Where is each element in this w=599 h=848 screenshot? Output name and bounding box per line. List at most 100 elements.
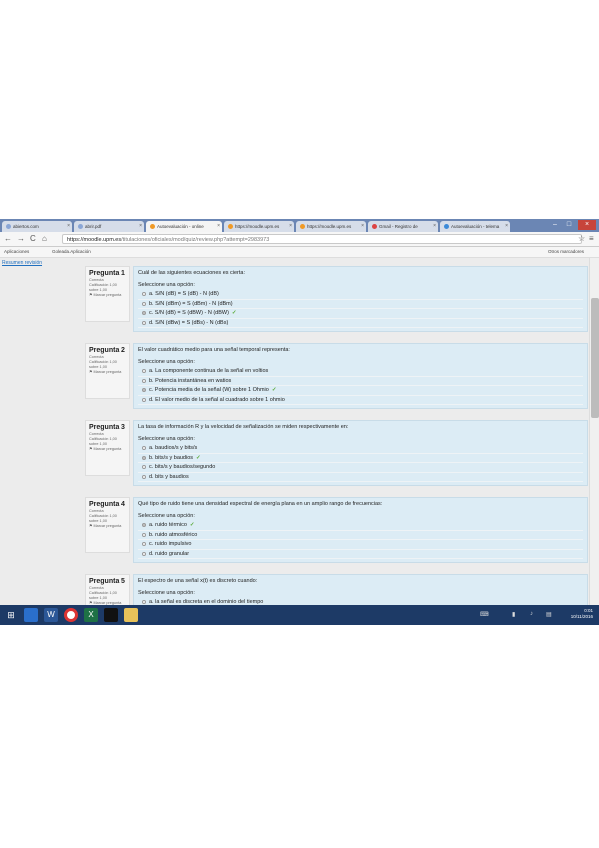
- bookmark-item[interactable]: Goleada.Aplicación: [52, 247, 91, 257]
- radio-button[interactable]: [142, 474, 146, 479]
- answer-option[interactable]: a. baudios/s y bits/s: [138, 444, 583, 454]
- answer-option-selected[interactable]: a. ruido térmico ✓: [138, 521, 583, 531]
- minimize-icon[interactable]: –: [548, 220, 562, 230]
- tab-label: Gmail - Registro de: [379, 224, 418, 229]
- folder-icon[interactable]: [124, 608, 138, 622]
- flag-question-button[interactable]: ⚑ Marcar pregunta: [89, 370, 126, 375]
- radio-button[interactable]: [142, 292, 146, 296]
- question-grade: Calificación 1,00 sobre 1,00: [89, 437, 117, 446]
- page-scrollbar[interactable]: [589, 258, 599, 605]
- radio-button[interactable]: [142, 397, 146, 402]
- windows-start-icon[interactable]: ⊞: [4, 608, 18, 622]
- system-clock[interactable]: 0:01 10/11/2016: [571, 608, 593, 620]
- close-tab-icon[interactable]: ×: [361, 221, 364, 232]
- review-summary-link[interactable]: Resumen revisión: [2, 260, 80, 266]
- radio-button[interactable]: [142, 523, 146, 527]
- close-tab-icon[interactable]: ×: [139, 221, 142, 232]
- answer-option[interactable]: c. bits/s y baudios/segundo: [138, 463, 583, 473]
- forward-arrow-icon[interactable]: →: [17, 234, 25, 244]
- radio-button[interactable]: [142, 465, 146, 469]
- notification-icon[interactable]: ▤: [546, 611, 552, 618]
- browser-tab[interactable]: https://moodle.upm.es ×: [296, 221, 366, 232]
- close-tab-icon[interactable]: ×: [217, 221, 220, 232]
- bookmark-star-icon[interactable]: ☆: [578, 234, 585, 244]
- answer-option-selected[interactable]: c. S/N (dB) = S (dBW) - N (dBW) ✓: [138, 309, 583, 319]
- tab-label: abiertos.com: [13, 224, 39, 229]
- question-text: El valor cuadrático medio para una señal…: [138, 347, 290, 353]
- close-tab-icon[interactable]: ×: [505, 221, 508, 232]
- media-icon[interactable]: [104, 608, 118, 622]
- bookmark-apps[interactable]: Aplicaciones: [4, 247, 29, 257]
- radio-button[interactable]: [142, 551, 146, 556]
- radio-button[interactable]: [142, 369, 146, 373]
- chrome-icon[interactable]: [64, 608, 78, 622]
- close-tab-icon[interactable]: ×: [433, 221, 436, 232]
- network-icon[interactable]: ▮: [512, 611, 515, 618]
- flag-question-button[interactable]: ⚑ Marcar pregunta: [89, 524, 126, 529]
- maximize-icon[interactable]: □: [562, 220, 576, 230]
- browser-menu-icon[interactable]: ≡: [589, 234, 594, 244]
- select-prompt: Seleccione una opción:: [138, 436, 195, 442]
- answer-option-selected[interactable]: c. Potencia media de la señal (W) sobre …: [138, 386, 583, 396]
- close-tab-icon[interactable]: ×: [67, 221, 70, 232]
- file-explorer-icon[interactable]: [24, 608, 38, 622]
- question-info: Pregunta 3 Correcta Calificación 1,00 so…: [85, 420, 130, 476]
- question-body: El espectro de una señal x(t) es discret…: [133, 574, 588, 605]
- radio-button[interactable]: [142, 600, 146, 604]
- answer-option-selected[interactable]: b. bits/s y baudios ✓: [138, 454, 583, 463]
- answer-option[interactable]: d. El valor medio de la señal al cuadrad…: [138, 396, 583, 405]
- url-input[interactable]: https://moodle.upm.es/titulaciones/ofici…: [62, 234, 582, 244]
- answer-option[interactable]: a. La componente continua de la señal en…: [138, 367, 583, 377]
- radio-button[interactable]: [142, 378, 146, 383]
- question-body: Qué tipo de ruido tiene una densidad esp…: [133, 497, 588, 563]
- radio-button[interactable]: [142, 320, 146, 325]
- question-number: Pregunta 5: [89, 578, 125, 585]
- tab-favicon-icon: [444, 224, 449, 229]
- answer-option[interactable]: b. S/N (dBm) = S (dBm) - N (dBm): [138, 300, 583, 309]
- answer-option[interactable]: a. S/N (dB) = S (dB) - N (dB): [138, 290, 583, 300]
- answer-option[interactable]: d. bits y baudios: [138, 473, 583, 482]
- back-arrow-icon[interactable]: ←: [4, 234, 12, 244]
- browser-tab[interactable]: https://moodle.upm.es ×: [224, 221, 294, 232]
- browser-tab-active[interactable]: Autoevaluación - online ×: [146, 221, 222, 232]
- answer-option[interactable]: b. ruido atmosférico: [138, 531, 583, 540]
- volume-icon[interactable]: ♪: [530, 611, 533, 617]
- option-list: a. baudios/s y bits/s b. bits/s y baudio…: [138, 444, 583, 482]
- answer-option[interactable]: d. S/N (dBw) = S (dBs) - N (dBs): [138, 319, 583, 328]
- radio-button[interactable]: [142, 388, 146, 392]
- answer-option[interactable]: d. ruido granular: [138, 550, 583, 559]
- browser-tab[interactable]: abiertos.com ×: [2, 221, 72, 232]
- select-prompt: Seleccione una opción:: [138, 359, 195, 365]
- option-list: a. ruido térmico ✓ b. ruido atmosférico c…: [138, 521, 583, 559]
- browser-tab[interactable]: Gmail - Registro de ×: [368, 221, 438, 232]
- home-icon[interactable]: ⌂: [42, 234, 47, 244]
- reload-icon[interactable]: C: [30, 234, 36, 244]
- radio-button[interactable]: [142, 455, 146, 460]
- answer-option[interactable]: b. Potencia instantánea en watios: [138, 377, 583, 386]
- radio-button[interactable]: [142, 301, 146, 306]
- flag-question-button[interactable]: ⚑ Marcar pregunta: [89, 293, 126, 298]
- close-window-icon[interactable]: ×: [578, 220, 596, 230]
- flag-icon: ⚑: [89, 370, 93, 374]
- bookmark-other[interactable]: Otros marcadores: [548, 247, 584, 257]
- question-info: Pregunta 2 Correcta Calificación 1,00 so…: [85, 343, 130, 399]
- radio-button[interactable]: [142, 446, 146, 450]
- tab-favicon-icon: [372, 224, 377, 229]
- radio-button[interactable]: [142, 311, 146, 315]
- scrollbar-thumb[interactable]: [591, 298, 599, 418]
- word-icon[interactable]: W: [44, 608, 58, 622]
- browser-tab[interactable]: Autoevaluación - telema ×: [440, 221, 510, 232]
- question-number: Pregunta 4: [89, 501, 125, 508]
- answer-option[interactable]: a. la señal es discreta en el dominio de…: [138, 598, 583, 605]
- radio-button[interactable]: [142, 532, 146, 537]
- tab-bar: abiertos.com × abrir.pdf × Autoevaluación …: [0, 219, 599, 232]
- flag-question-button[interactable]: ⚑ Marcar pregunta: [89, 447, 126, 452]
- answer-option[interactable]: c. ruido impulsivo: [138, 540, 583, 550]
- keyboard-icon[interactable]: ⌨: [480, 611, 489, 618]
- radio-button[interactable]: [142, 542, 146, 546]
- close-tab-icon[interactable]: ×: [289, 221, 292, 232]
- question-grade: Calificación 1,00 sobre 1,00: [89, 283, 117, 292]
- flag-icon: ⚑: [89, 447, 93, 451]
- excel-icon[interactable]: X: [84, 608, 98, 622]
- browser-tab[interactable]: abrir.pdf ×: [74, 221, 144, 232]
